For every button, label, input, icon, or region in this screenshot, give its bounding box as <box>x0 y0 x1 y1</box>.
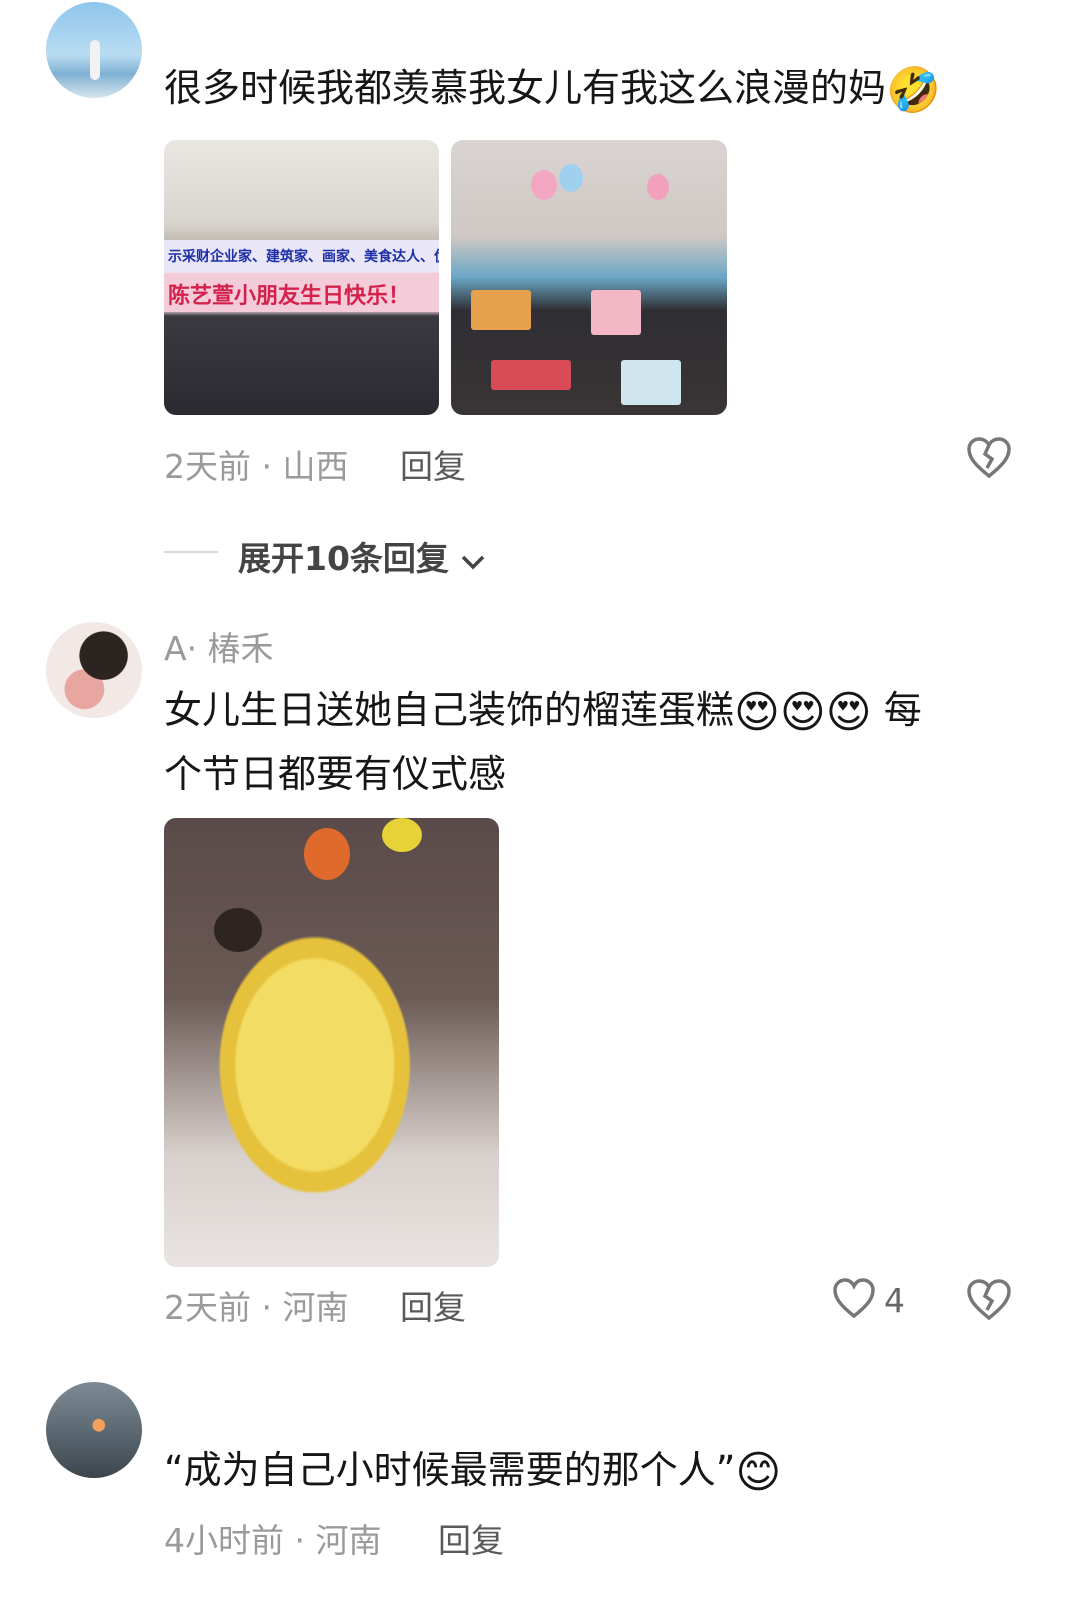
rolling-laughing-emoji: 🤣 <box>886 64 941 116</box>
reply-button[interactable]: 回复 <box>438 1514 504 1562</box>
bear-topper <box>214 908 262 952</box>
comment-photo-shop[interactable]: 示采财企业家、建筑家、画家、美食达人、优秀的人民 陈艺萱小朋友生日快乐！ <box>164 140 439 415</box>
broken-heart-icon[interactable] <box>966 1278 1012 1322</box>
comment-time-location: 2天前 · 河南 <box>164 1288 349 1327</box>
gift-box <box>471 290 531 330</box>
gift-box <box>491 360 571 390</box>
balloon <box>647 174 669 200</box>
avatar[interactable] <box>46 2 142 98</box>
avatar-figure <box>90 40 100 80</box>
gift-box <box>591 290 641 335</box>
photo-banner: 示采财企业家、建筑家、画家、美食达人、优秀的人民 陈艺萱小朋友生日快乐！ <box>164 240 439 312</box>
smiling-emoji: 😊 <box>735 1446 782 1498</box>
broken-heart-icon[interactable] <box>966 436 1012 480</box>
reply-button[interactable]: 回复 <box>400 1281 466 1329</box>
avatar[interactable] <box>46 622 142 718</box>
chevron-down-icon <box>460 541 486 580</box>
expand-divider <box>164 551 218 553</box>
comment-text-line2: 个节日都要有仪式感 <box>164 752 507 796</box>
balloon <box>531 170 557 200</box>
heart-icon[interactable] <box>832 1278 876 1320</box>
comment-text: “成为自己小时候最需要的那个人”😊 <box>164 1438 781 1502</box>
comment-text-body: “成为自己小时候最需要的那个人” <box>164 1448 736 1492</box>
reply-button[interactable]: 回复 <box>400 440 466 488</box>
comment-time-location: 4小时前 · 河南 <box>164 1521 382 1560</box>
comment-text-body: 女儿生日送她自己装饰的榴莲蛋糕 <box>164 688 735 732</box>
banner-top-text: 示采财企业家、建筑家、画家、美食达人、优秀的人民 <box>168 249 439 265</box>
comment-time-location: 2天前 · 山西 <box>164 447 349 486</box>
expand-replies-label: 展开10条回复 <box>238 539 449 578</box>
comment-text-body: 很多时候我都羡慕我女儿有我这么浪漫的妈 <box>164 66 887 110</box>
balloon <box>304 828 350 880</box>
heart-eyes-emoji: 😍😍😍 <box>734 686 872 738</box>
banner-main-text: 陈艺萱小朋友生日快乐！ <box>168 284 411 309</box>
like-count: 4 <box>884 1281 905 1320</box>
gift-box <box>621 360 681 405</box>
balloon <box>559 164 583 192</box>
comment-text: 女儿生日送她自己装饰的榴莲蛋糕😍😍😍 每 <box>164 678 1044 742</box>
avatar[interactable] <box>46 1382 142 1478</box>
balloon <box>382 818 422 852</box>
comment-author[interactable]: A· 椿禾 <box>164 622 274 670</box>
comment-photo-gifts[interactable] <box>451 140 727 415</box>
comment-text: 很多时候我都羡慕我女儿有我这么浪漫的妈🤣 <box>164 56 941 120</box>
comment-photo-cake[interactable] <box>164 818 499 1267</box>
comment-text-tail: 每 <box>883 688 922 732</box>
expand-replies-button[interactable]: 展开10条回复 <box>238 532 486 580</box>
